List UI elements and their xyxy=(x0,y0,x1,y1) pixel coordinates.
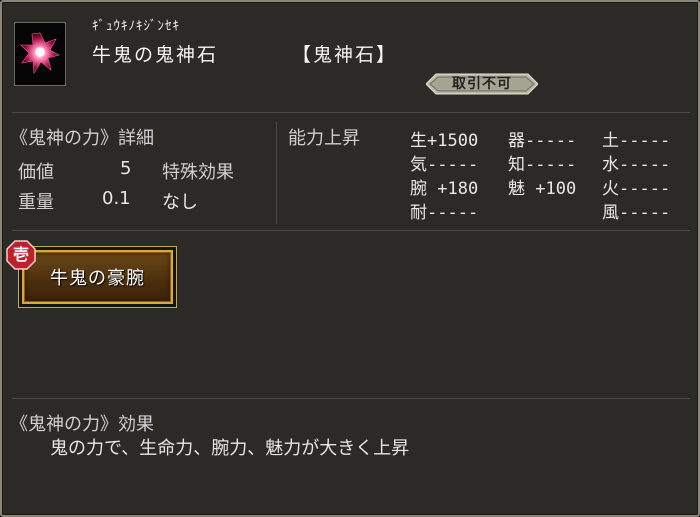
skill-rank-badge: 壱 xyxy=(6,240,36,270)
column-divider xyxy=(276,122,277,224)
stat-vigor: 気----- xyxy=(410,155,479,175)
stat-wisdom: 知----- xyxy=(508,155,577,175)
abilities-title: 能力上昇 xyxy=(288,128,360,149)
crystal-icon xyxy=(20,32,60,74)
stat-dexterity: 器----- xyxy=(508,131,577,151)
details-title: 《鬼神の力》詳細 xyxy=(10,128,154,149)
stat-earth: 土----- xyxy=(602,131,671,151)
skill-rank-label: 壱 xyxy=(12,245,29,264)
stat-arm: 腕 +180 xyxy=(410,179,479,199)
item-icon-frame xyxy=(14,22,66,86)
stat-wind: 風----- xyxy=(602,203,671,223)
item-category: 【鬼神石】 xyxy=(292,44,398,66)
stat-life: 生+1500 xyxy=(410,131,479,151)
value-label: 価値 xyxy=(18,162,54,183)
item-reading: ｷﾞｭｳｷﾉｷｼﾞﾝｾｷ xyxy=(92,19,180,34)
weight-label: 重量 xyxy=(18,192,54,213)
effect-title: 《鬼神の力》効果 xyxy=(10,414,154,435)
special-effect-value: なし xyxy=(162,192,198,213)
effect-description: 鬼の力で、生命力、腕力、魅力が大きく上昇 xyxy=(50,438,410,459)
skill-button-face: 牛鬼の豪腕 xyxy=(22,250,173,304)
divider xyxy=(12,230,690,231)
value-amount: 5 xyxy=(120,158,132,179)
stat-water: 水----- xyxy=(602,155,671,175)
stat-fire: 火----- xyxy=(602,179,671,199)
item-tooltip-panel: ｷﾞｭｳｷﾉｷｼﾞﾝｾｷ 牛鬼の鬼神石 【鬼神石】 取引不可 《鬼神の力》詳細 … xyxy=(0,0,700,517)
skill-button[interactable]: 牛鬼の豪腕 xyxy=(18,246,177,308)
stat-charm: 魅 +100 xyxy=(508,179,577,199)
skill-name: 牛鬼の豪腕 xyxy=(50,268,145,289)
item-name: 牛鬼の鬼神石 xyxy=(92,44,219,66)
divider xyxy=(12,112,690,113)
divider xyxy=(12,398,690,399)
weight-amount: 0.1 xyxy=(102,188,131,209)
trade-status-badge: 取引不可 xyxy=(426,73,538,95)
special-effect-label: 特殊効果 xyxy=(162,162,234,183)
trade-status-label: 取引不可 xyxy=(452,76,512,92)
stat-endurance: 耐----- xyxy=(410,203,479,223)
